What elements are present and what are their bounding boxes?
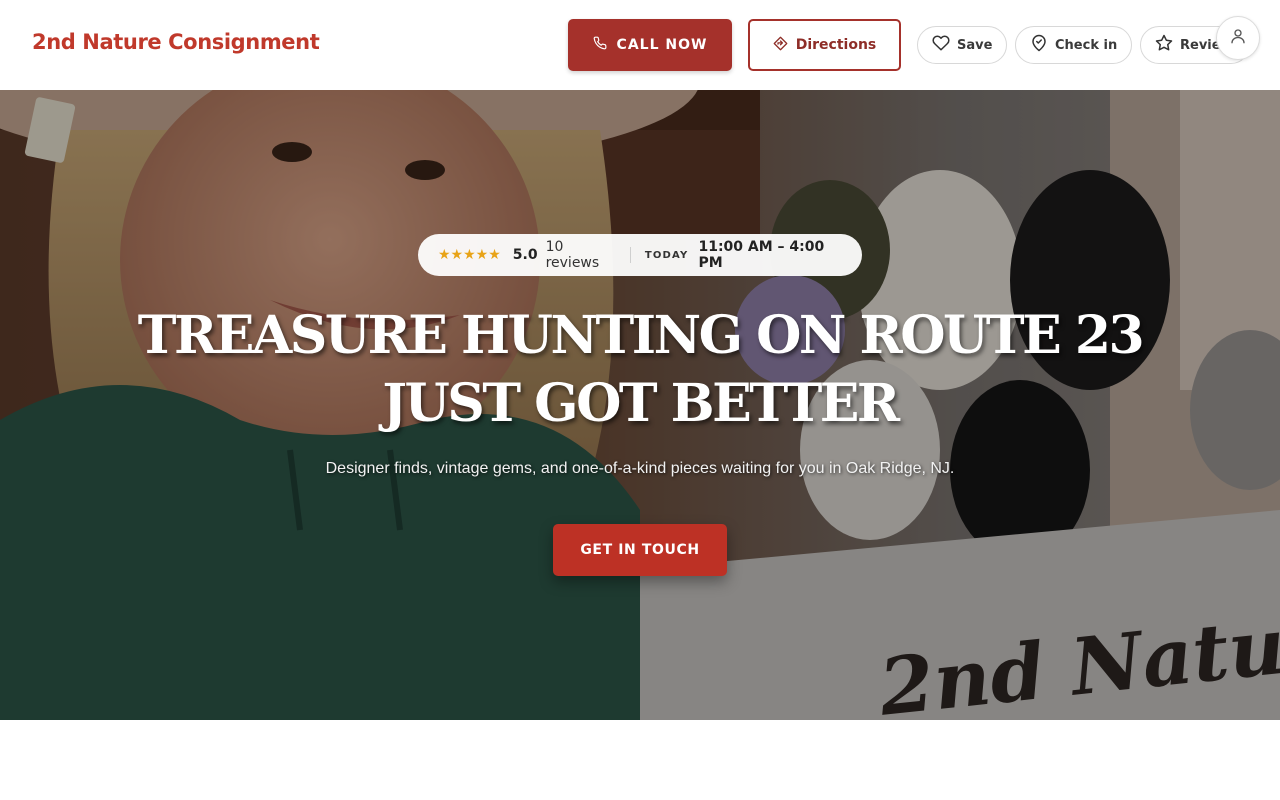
- call-now-button[interactable]: CALL NOW: [568, 19, 732, 71]
- directions-button[interactable]: Directions: [748, 19, 901, 71]
- review-count[interactable]: 10 reviews: [546, 239, 616, 271]
- headline-line-1: TREASURE HUNTING ON ROUTE 23: [137, 305, 1145, 366]
- map-pin-icon: [1030, 34, 1048, 56]
- hero-section: 2nd Nature ★★★★★ 5.0 10 reviews TODAY 11…: [0, 90, 1280, 720]
- star-icon: [1155, 34, 1173, 56]
- directions-label: Directions: [795, 37, 877, 53]
- brand-name[interactable]: 2nd Nature Consignment: [32, 30, 320, 54]
- opening-hours: 11:00 AM – 4:00 PM: [698, 239, 825, 271]
- save-label: Save: [957, 37, 993, 53]
- divider: [629, 247, 631, 263]
- get-in-touch-label: GET IN TOUCH: [580, 542, 700, 558]
- phone-icon: [593, 36, 607, 54]
- rating-hours-pill: ★★★★★ 5.0 10 reviews TODAY 11:00 AM – 4:…: [418, 234, 862, 276]
- account-button[interactable]: [1216, 16, 1260, 60]
- get-in-touch-button[interactable]: GET IN TOUCH: [553, 524, 727, 576]
- hero-subtitle: Designer finds, vintage gems, and one-of…: [325, 460, 955, 477]
- site-header: 2nd Nature Consignment CALL NOW Directio…: [0, 0, 1280, 90]
- directions-icon: [773, 36, 788, 55]
- check-in-label: Check in: [1055, 37, 1118, 53]
- hero-headline: TREASURE HUNTING ON ROUTE 23 JUST GOT BE…: [0, 302, 1280, 438]
- rating-stars: ★★★★★: [438, 247, 501, 263]
- user-icon: [1229, 27, 1247, 50]
- heart-icon: [932, 34, 950, 56]
- headline-line-2: JUST GOT BETTER: [382, 373, 900, 434]
- today-label: TODAY: [644, 249, 689, 261]
- call-now-label: CALL NOW: [616, 37, 708, 53]
- check-in-button[interactable]: Check in: [1015, 26, 1132, 64]
- rating-value: 5.0: [512, 247, 538, 263]
- save-button[interactable]: Save: [917, 26, 1007, 64]
